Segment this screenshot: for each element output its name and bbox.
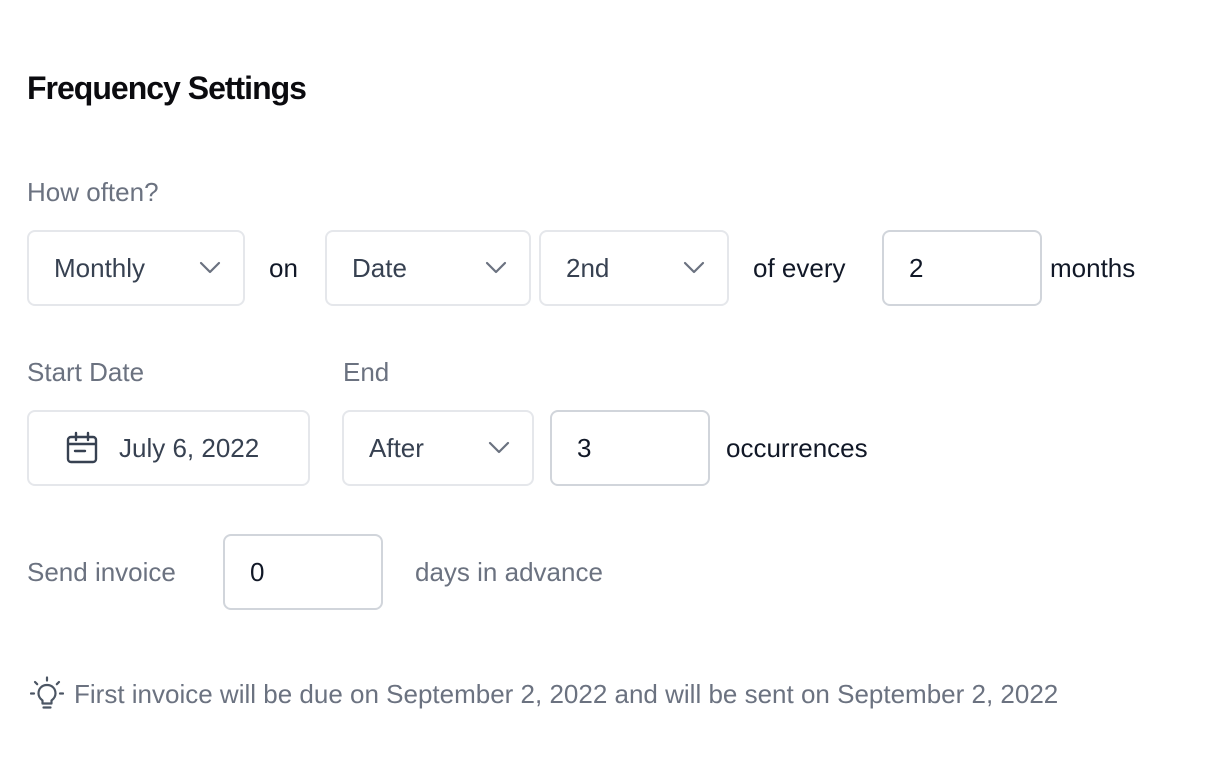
start-date-picker[interactable]: July 6, 2022 xyxy=(27,410,310,486)
day-select[interactable]: 2nd xyxy=(539,230,729,306)
of-every-text: of every xyxy=(753,253,846,283)
end-label: End xyxy=(343,357,390,387)
chevron-down-icon xyxy=(199,257,221,279)
hint-text: First invoice will be due on September 2… xyxy=(74,678,1059,709)
days-in-advance-text: days in advance xyxy=(415,557,603,587)
advance-days-input[interactable]: 0 xyxy=(223,534,383,610)
frequency-select[interactable]: Monthly xyxy=(27,230,245,306)
start-date-value: July 6, 2022 xyxy=(119,432,260,463)
calendar-icon xyxy=(65,431,99,465)
lightbulb-icon xyxy=(30,676,64,712)
interval-input[interactable]: 2 xyxy=(882,230,1042,306)
end-condition-select[interactable]: After xyxy=(342,410,534,486)
how-often-label: How often? xyxy=(27,177,159,207)
months-text: months xyxy=(1050,253,1136,283)
on-text: on xyxy=(269,253,298,283)
chevron-down-icon xyxy=(683,257,705,279)
day-type-select[interactable]: Date xyxy=(325,230,531,306)
day-select-value: 2nd xyxy=(566,252,610,283)
due-date-hint: First invoice will be due on September 2… xyxy=(30,676,1058,712)
occurrences-text: occurrences xyxy=(726,433,868,463)
chevron-down-icon xyxy=(485,257,507,279)
chevron-down-icon xyxy=(488,437,510,459)
send-invoice-label: Send invoice xyxy=(27,557,176,587)
occurrences-input[interactable]: 3 xyxy=(550,410,710,486)
frequency-select-value: Monthly xyxy=(54,252,146,283)
page-title: Frequency Settings xyxy=(27,70,307,106)
start-date-label: Start Date xyxy=(27,357,145,387)
end-condition-select-value: After xyxy=(369,432,424,463)
day-type-select-value: Date xyxy=(352,252,407,283)
